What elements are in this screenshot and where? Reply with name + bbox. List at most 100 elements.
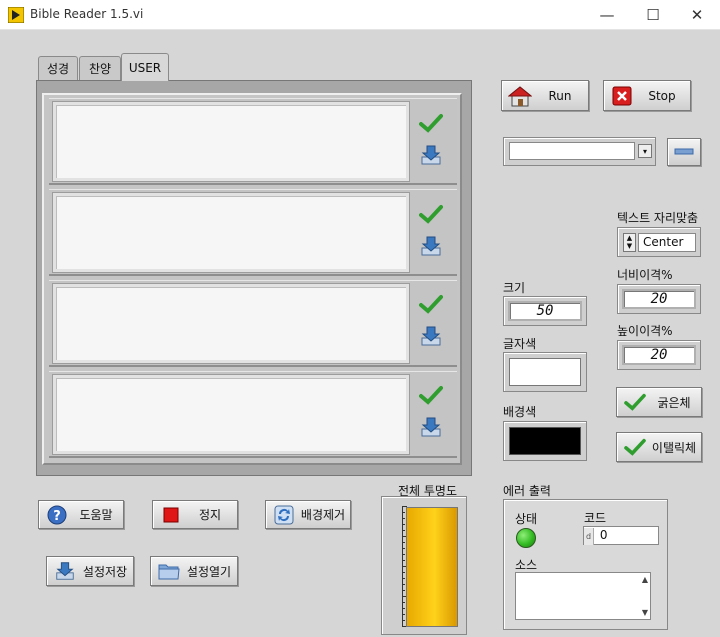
width-spacing-input[interactable]: 20 (622, 289, 696, 309)
preset-select[interactable] (509, 142, 635, 160)
tab-hymn[interactable]: 찬양 (79, 56, 121, 80)
close-button[interactable]: ✕ (674, 0, 720, 30)
text-input-3[interactable] (52, 283, 410, 364)
height-spacing-label: 높이이격% (617, 324, 673, 338)
folder-icon (157, 559, 181, 583)
opacity-scale (402, 506, 407, 627)
size-input[interactable]: 50 (508, 301, 582, 321)
opacity-tick (402, 530, 405, 531)
stop-x-icon (610, 84, 634, 108)
remove-bg-button[interactable]: 배경제거 (265, 500, 351, 529)
home-icon (508, 84, 532, 108)
window-title: Bible Reader 1.5.vi (30, 7, 144, 21)
preset-select-frame: ▾ (503, 137, 656, 166)
opacity-tick (402, 542, 405, 543)
labview-run-icon (8, 7, 24, 23)
text-input-2[interactable] (52, 192, 410, 273)
font-color-swatch[interactable] (509, 358, 581, 386)
opacity-tick (402, 608, 405, 609)
load-button-1[interactable] (417, 140, 445, 170)
error-out-cluster: 상태 코드 d 0 소스 ▲ ▼ (503, 499, 668, 630)
apply-button-2[interactable] (417, 199, 445, 229)
opacity-tick (402, 602, 405, 603)
source-textbox[interactable]: ▲ ▼ (515, 572, 651, 620)
checkmark-icon (623, 435, 647, 459)
maximize-button[interactable]: ☐ (630, 0, 676, 30)
load-tray-icon (421, 236, 441, 256)
scroll-up-icon[interactable]: ▲ (642, 575, 648, 584)
opacity-tick (402, 578, 405, 579)
opacity-tick (402, 512, 405, 513)
run-button[interactable]: Run (501, 80, 589, 111)
run-label: Run (548, 88, 572, 103)
status-label: 상태 (515, 512, 538, 526)
load-button-2[interactable] (417, 231, 445, 261)
font-color-label: 글자색 (503, 337, 537, 351)
height-spacing-frame: 20 (617, 340, 701, 370)
opacity-tick (402, 584, 405, 585)
text-input-4[interactable] (52, 374, 410, 455)
tab-user[interactable]: USER (121, 53, 169, 81)
bg-color-frame (503, 421, 587, 461)
opacity-tick (402, 518, 405, 519)
checkmark-icon (419, 386, 443, 405)
remove-bg-label: 배경제거 (300, 508, 346, 522)
alignment-spinner[interactable]: ▲ ▼ (623, 233, 636, 252)
opacity-tick (402, 620, 405, 621)
checkmark-icon (623, 390, 647, 414)
minus-button[interactable] (667, 138, 701, 166)
minus-icon (674, 148, 694, 155)
opacity-tick (402, 590, 405, 591)
bold-button[interactable]: 굵은체 (616, 387, 702, 417)
bg-color-label: 배경색 (503, 405, 537, 419)
open-settings-label: 설정열기 (186, 564, 232, 579)
refresh-icon (272, 503, 296, 527)
tab-bible[interactable]: 성경 (38, 56, 78, 80)
apply-button-4[interactable] (417, 380, 445, 410)
opacity-tick (402, 524, 405, 525)
bg-color-swatch[interactable] (509, 427, 581, 455)
help-label: 도움말 (79, 508, 113, 522)
svg-text:?: ? (53, 509, 61, 524)
halt-label: 정지 (198, 508, 222, 522)
stop-button[interactable]: Stop (603, 80, 691, 111)
scroll-down-icon[interactable]: ▼ (642, 608, 648, 617)
source-label: 소스 (515, 558, 538, 572)
save-settings-label: 설정저장 (82, 564, 128, 579)
open-settings-button[interactable]: 설정열기 (150, 556, 238, 586)
checkmark-icon (419, 114, 443, 133)
title-bar: Bible Reader 1.5.vi — ☐ ✕ (0, 0, 720, 30)
size-frame: 50 (503, 296, 587, 326)
code-field[interactable]: d 0 (583, 526, 659, 545)
bold-label: 굵은체 (657, 395, 691, 410)
help-button[interactable]: ? 도움말 (38, 500, 124, 529)
apply-button-3[interactable] (417, 289, 445, 319)
text-input-1[interactable] (52, 101, 410, 182)
minimize-button[interactable]: — (584, 0, 630, 30)
help-icon: ? (45, 503, 69, 527)
font-color-frame (503, 352, 587, 392)
error-out-title: 에러 출력 (503, 484, 551, 498)
italic-label: 이탤릭체 (651, 440, 697, 455)
italic-button[interactable]: 이탤릭체 (616, 432, 702, 462)
apply-button-1[interactable] (417, 108, 445, 138)
load-tray-icon (421, 417, 441, 437)
code-prefix: d (584, 528, 594, 545)
stop-square-icon (159, 503, 183, 527)
code-label: 코드 (584, 511, 607, 525)
opacity-track (406, 507, 458, 627)
opacity-tick (402, 614, 405, 615)
halt-button[interactable]: 정지 (152, 500, 238, 529)
alignment-control: ▲ ▼ Center (617, 227, 701, 257)
opacity-slider[interactable] (381, 496, 467, 635)
save-tray-icon (53, 559, 77, 583)
load-button-4[interactable] (417, 412, 445, 442)
load-button-3[interactable] (417, 321, 445, 351)
save-settings-button[interactable]: 설정저장 (46, 556, 134, 586)
alignment-value[interactable]: Center (638, 233, 696, 252)
dropdown-arrow-icon[interactable]: ▾ (638, 144, 652, 158)
size-label: 크기 (503, 281, 526, 295)
opacity-tick (402, 560, 405, 561)
height-spacing-input[interactable]: 20 (622, 345, 696, 365)
width-spacing-label: 너비이격% (617, 268, 673, 282)
